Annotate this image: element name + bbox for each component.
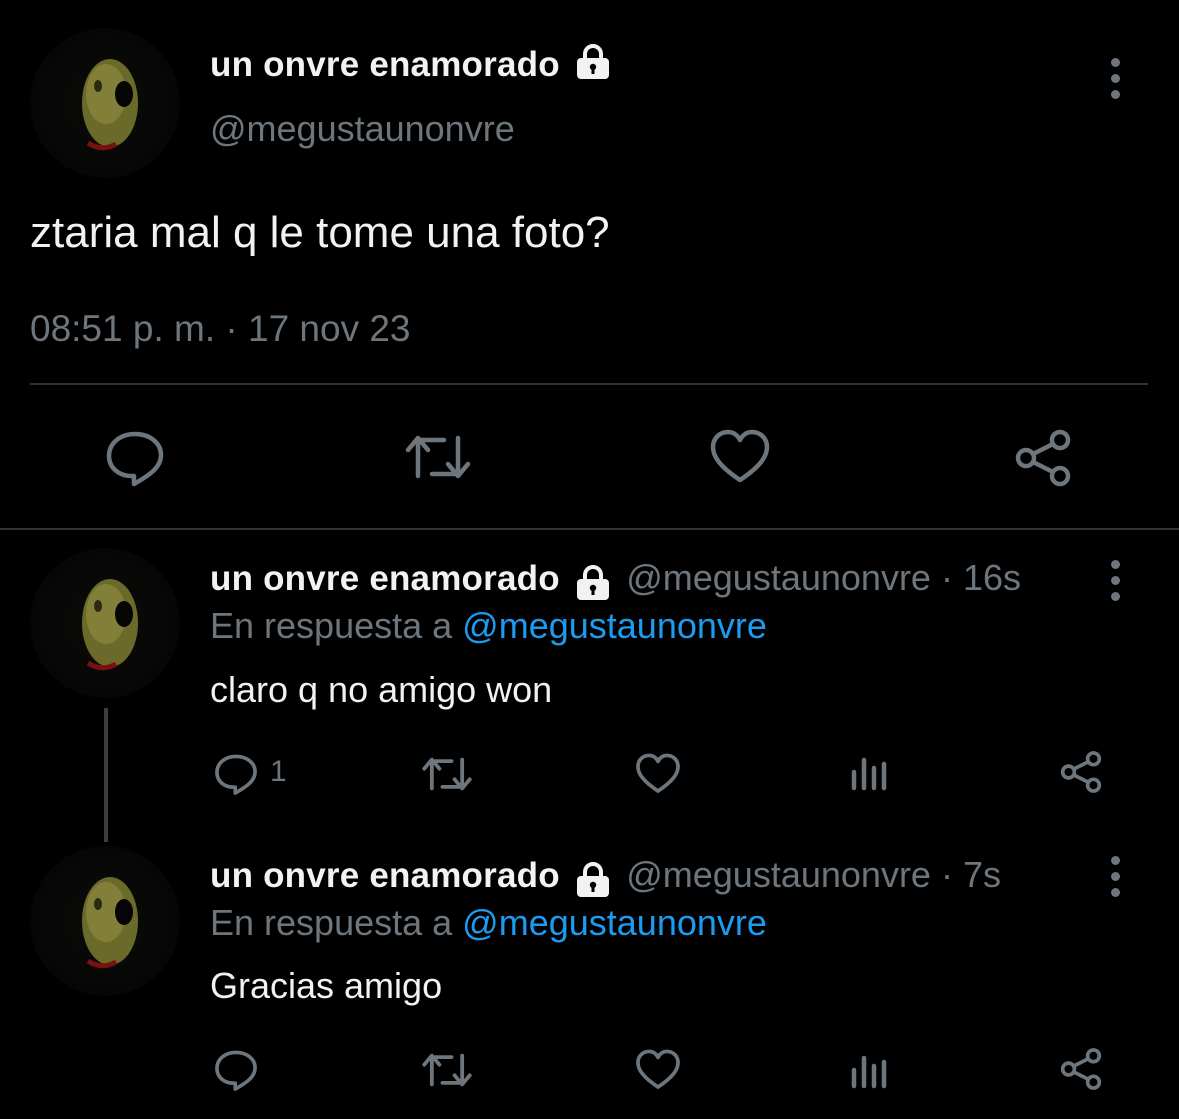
reply-to-prefix: En respuesta a xyxy=(210,902,453,943)
reply-text: claro q no amigo won xyxy=(210,669,553,710)
reply-to-line: En respuesta a @megustaunonvre xyxy=(210,902,767,944)
like-icon[interactable] xyxy=(635,752,681,796)
timestamp: 08:51 p. m. · 17 nov 23 xyxy=(30,308,411,349)
retweet-icon[interactable] xyxy=(421,752,473,796)
display-name-text[interactable]: un onvre enamorado xyxy=(210,45,560,84)
reply-header: un onvre enamorado @megustaunonvre · 16s xyxy=(210,557,1021,606)
reply-icon[interactable] xyxy=(213,1048,259,1092)
section-divider xyxy=(0,528,1179,530)
more-options-icon[interactable] xyxy=(1109,856,1121,897)
reply-to-handle-link[interactable]: @megustaunonvre xyxy=(462,605,767,646)
share-icon[interactable] xyxy=(1058,750,1104,794)
avatar-face-image xyxy=(82,877,138,969)
reply-count: 1 xyxy=(270,755,287,788)
reply-icon[interactable] xyxy=(213,752,259,796)
like-icon[interactable] xyxy=(635,1048,681,1092)
retweet-icon[interactable] xyxy=(421,1048,473,1092)
reply-handle-time[interactable]: @megustaunonvre · 7s xyxy=(626,854,1001,895)
divider xyxy=(30,383,1148,385)
reply-to-handle-link[interactable]: @megustaunonvre xyxy=(462,902,767,943)
display-name[interactable]: un onvre enamorado xyxy=(210,44,612,89)
reply-handle-time[interactable]: @megustaunonvre · 16s xyxy=(626,557,1021,598)
avatar-face-image xyxy=(82,59,138,151)
tweet-text: ztaria mal q le tome una foto? xyxy=(30,208,610,257)
reply-text: Gracias amigo xyxy=(210,965,443,1006)
reply-to-line: En respuesta a @megustaunonvre xyxy=(210,605,767,647)
avatar[interactable] xyxy=(30,28,180,178)
lock-icon xyxy=(574,565,612,606)
thread-line xyxy=(104,708,108,842)
retweet-icon[interactable] xyxy=(404,428,472,486)
share-icon[interactable] xyxy=(1012,428,1074,488)
reply-display-name[interactable]: un onvre enamorado xyxy=(210,559,560,598)
handle[interactable]: @megustaunonvre xyxy=(210,108,515,150)
reply-display-name[interactable]: un onvre enamorado xyxy=(210,856,560,895)
avatar-face-image xyxy=(82,579,138,671)
reply-header: un onvre enamorado @megustaunonvre · 7s xyxy=(210,854,1001,903)
reply-avatar[interactable] xyxy=(30,846,180,996)
analytics-icon[interactable] xyxy=(850,1050,890,1090)
reply-to-prefix: En respuesta a xyxy=(210,605,453,646)
more-options-icon[interactable] xyxy=(1109,58,1121,99)
reply-avatar[interactable] xyxy=(30,548,180,698)
reply-icon[interactable] xyxy=(104,428,166,488)
analytics-icon[interactable] xyxy=(850,752,890,792)
like-icon[interactable] xyxy=(709,428,771,486)
share-icon[interactable] xyxy=(1058,1047,1104,1091)
more-options-icon[interactable] xyxy=(1109,560,1121,601)
lock-icon xyxy=(574,862,612,903)
lock-icon xyxy=(574,44,612,89)
